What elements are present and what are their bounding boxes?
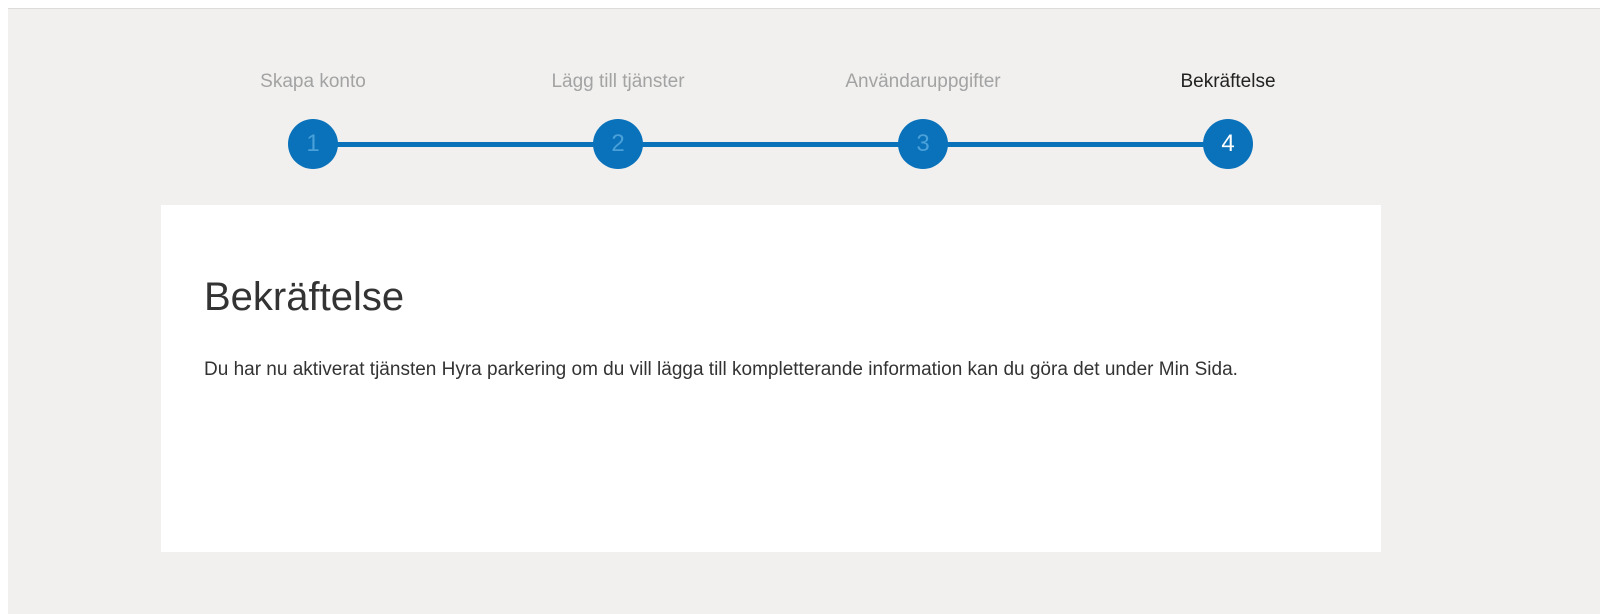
page-background: Skapa konto 1 Lägg till tjänster 2 Använ…: [8, 8, 1600, 614]
step-3-number-circle: 3: [898, 119, 948, 169]
step-2-number-circle: 2: [593, 119, 643, 169]
progress-stepper: Skapa konto 1 Lägg till tjänster 2 Använ…: [8, 9, 1600, 199]
confirmation-message: Du har nu aktiverat tjänsten Hyra parker…: [204, 359, 1238, 380]
stepper-connector-line: [320, 142, 1235, 147]
step-2-label: Lägg till tjänster: [551, 71, 685, 92]
confirmation-title: Bekräftelse: [204, 275, 405, 319]
step-4-label: Bekräftelse: [1180, 71, 1276, 92]
step-4-number-circle: 4: [1203, 119, 1253, 169]
step-1-number-circle: 1: [288, 119, 338, 169]
confirmation-card: Bekräftelse Du har nu aktiverat tjänsten…: [161, 205, 1381, 552]
step-3-label: Användaruppgifter: [845, 71, 1001, 92]
step-1-label: Skapa konto: [260, 71, 366, 92]
